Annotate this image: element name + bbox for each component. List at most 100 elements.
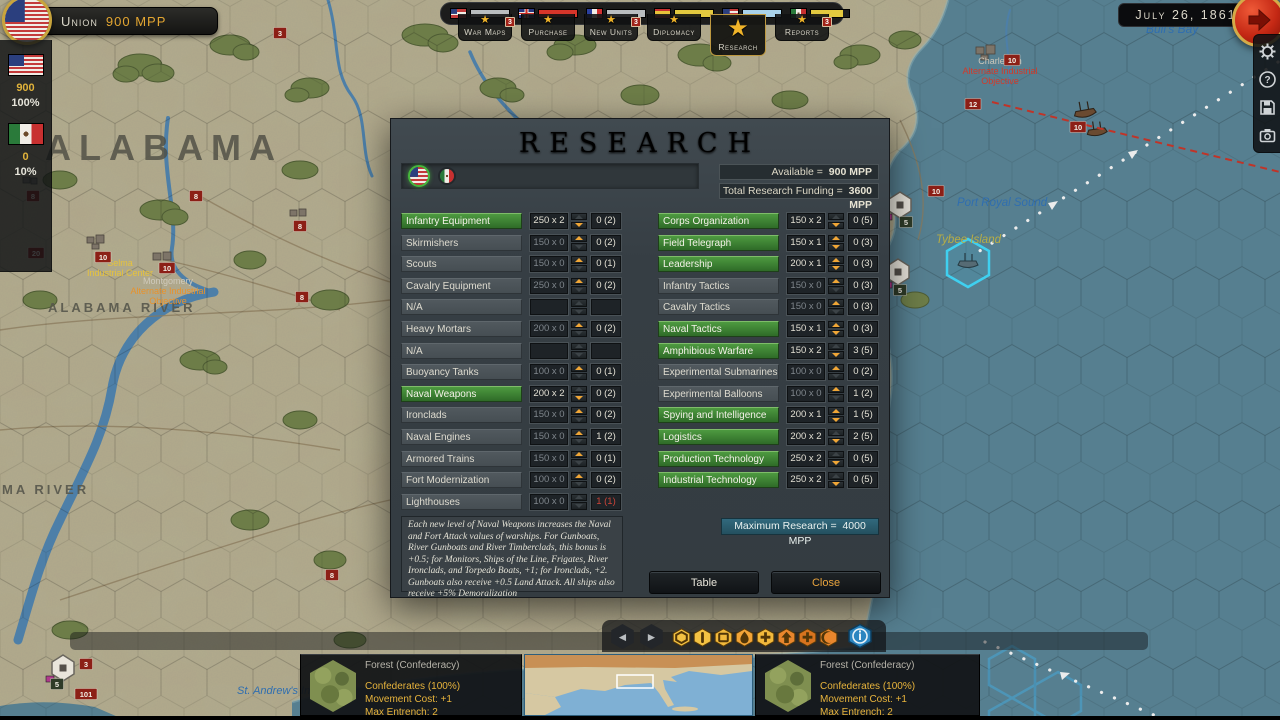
- research-topic-label[interactable]: Infantry Tactics: [658, 278, 779, 294]
- decrease-investment-button[interactable]: [828, 243, 844, 250]
- decrease-investment-button[interactable]: [571, 481, 587, 488]
- mexico-nation-tab[interactable]: [438, 167, 456, 185]
- increase-investment-button[interactable]: [571, 278, 587, 285]
- decrease-investment-button[interactable]: [571, 222, 587, 229]
- research-topic-label[interactable]: Leadership: [658, 256, 779, 272]
- research-topic-label[interactable]: N/A: [401, 343, 522, 359]
- research-topic-label[interactable]: Lighthouses: [401, 494, 522, 510]
- decrease-investment-button[interactable]: [571, 286, 587, 293]
- hex-zone-button[interactable]: [672, 628, 691, 647]
- menu-button-war-maps[interactable]: ★War Maps3: [458, 14, 512, 41]
- research-topic-label[interactable]: Heavy Mortars: [401, 321, 522, 337]
- marker-button[interactable]: [693, 628, 712, 647]
- increase-investment-button[interactable]: [571, 299, 587, 306]
- minimap[interactable]: [524, 654, 753, 716]
- settings-button[interactable]: [1258, 42, 1277, 61]
- decrease-investment-button[interactable]: [828, 330, 844, 337]
- increase-investment-button[interactable]: [828, 386, 844, 393]
- increase-investment-button[interactable]: [571, 494, 587, 501]
- increase-investment-button[interactable]: [828, 343, 844, 350]
- help-button[interactable]: ?: [1258, 70, 1277, 89]
- mexico-flag-icon[interactable]: [8, 123, 44, 145]
- increase-investment-button[interactable]: [828, 472, 844, 479]
- plus-button[interactable]: [756, 628, 775, 647]
- decrease-investment-button[interactable]: [828, 394, 844, 401]
- decrease-investment-button[interactable]: [571, 265, 587, 272]
- save-button[interactable]: [1258, 98, 1277, 117]
- research-topic-label[interactable]: N/A: [401, 299, 522, 315]
- increase-investment-button[interactable]: [828, 429, 844, 436]
- research-topic-label[interactable]: Naval Tactics: [658, 321, 779, 337]
- research-topic-label[interactable]: Naval Engines: [401, 429, 522, 445]
- research-topic-label[interactable]: Ironclads: [401, 407, 522, 423]
- supply-box-button[interactable]: [714, 628, 733, 647]
- decrease-investment-button[interactable]: [828, 438, 844, 445]
- increase-investment-button[interactable]: [571, 364, 587, 371]
- research-topic-label[interactable]: Armored Trains: [401, 451, 522, 467]
- increase-investment-button[interactable]: [571, 321, 587, 328]
- decrease-investment-button[interactable]: [571, 459, 587, 466]
- increase-investment-button[interactable]: [828, 235, 844, 242]
- research-topic-label[interactable]: Experimental Submarines: [658, 364, 779, 380]
- research-topic-label[interactable]: Scouts: [401, 256, 522, 272]
- decrease-investment-button[interactable]: [571, 308, 587, 315]
- increase-investment-button[interactable]: [828, 364, 844, 371]
- decrease-investment-button[interactable]: [571, 373, 587, 380]
- increase-investment-button[interactable]: [828, 256, 844, 263]
- decrease-investment-button[interactable]: [828, 351, 844, 358]
- increase-investment-button[interactable]: [828, 213, 844, 220]
- research-topic-label[interactable]: Field Telegraph: [658, 235, 779, 251]
- research-topic-label[interactable]: Skirmishers: [401, 235, 522, 251]
- table-button[interactable]: Table: [649, 571, 759, 594]
- research-topic-label[interactable]: Infantry Equipment: [401, 213, 522, 229]
- menu-button-diplomacy[interactable]: ★Diplomacy: [647, 14, 701, 41]
- screenshot-button[interactable]: [1258, 126, 1277, 145]
- decrease-investment-button[interactable]: [828, 308, 844, 315]
- research-topic-label[interactable]: Logistics: [658, 429, 779, 445]
- increase-investment-button[interactable]: [828, 278, 844, 285]
- usa-flag-icon[interactable]: [8, 54, 44, 76]
- increase-investment-button[interactable]: [571, 429, 587, 436]
- decrease-investment-button[interactable]: [571, 502, 587, 509]
- decrease-investment-button[interactable]: [828, 459, 844, 466]
- increase-investment-button[interactable]: [571, 256, 587, 263]
- research-topic-label[interactable]: Production Technology: [658, 451, 779, 467]
- decrease-investment-button[interactable]: [828, 222, 844, 229]
- decrease-investment-button[interactable]: [571, 243, 587, 250]
- decrease-investment-button[interactable]: [828, 373, 844, 380]
- increase-investment-button[interactable]: [828, 407, 844, 414]
- increase-investment-button[interactable]: [828, 299, 844, 306]
- decrease-investment-button[interactable]: [571, 351, 587, 358]
- research-topic-label[interactable]: Naval Weapons: [401, 386, 522, 402]
- menu-button-research[interactable]: ★Research: [710, 14, 766, 56]
- research-topic-label[interactable]: Cavalry Tactics: [658, 299, 779, 315]
- menu-button-new-units[interactable]: ★New Units3: [584, 14, 638, 41]
- decrease-investment-button[interactable]: [828, 286, 844, 293]
- increase-investment-button[interactable]: [571, 472, 587, 479]
- research-topic-label[interactable]: Corps Organization: [658, 213, 779, 229]
- decrease-investment-button[interactable]: [828, 481, 844, 488]
- decrease-investment-button[interactable]: [828, 416, 844, 423]
- info-toggle-button[interactable]: [847, 623, 873, 649]
- cross-button[interactable]: [798, 628, 817, 647]
- increase-investment-button[interactable]: [828, 321, 844, 328]
- increase-investment-button[interactable]: [571, 407, 587, 414]
- menu-button-purchase[interactable]: ★Purchase: [521, 14, 575, 41]
- menu-button-reports[interactable]: ★Reports3: [775, 14, 829, 41]
- flame-button[interactable]: [735, 628, 754, 647]
- research-topic-label[interactable]: Fort Modernization: [401, 472, 522, 488]
- research-topic-label[interactable]: Cavalry Equipment: [401, 278, 522, 294]
- increase-investment-button[interactable]: [828, 451, 844, 458]
- decrease-investment-button[interactable]: [571, 330, 587, 337]
- research-topic-label[interactable]: Industrial Technology: [658, 472, 779, 488]
- decrease-investment-button[interactable]: [571, 416, 587, 423]
- decrease-investment-button[interactable]: [571, 394, 587, 401]
- research-topic-label[interactable]: Experimental Balloons: [658, 386, 779, 402]
- moon-button[interactable]: [819, 628, 838, 647]
- increase-investment-button[interactable]: [571, 343, 587, 350]
- increase-investment-button[interactable]: [571, 451, 587, 458]
- usa-nation-tab[interactable]: [408, 165, 430, 187]
- increase-investment-button[interactable]: [571, 235, 587, 242]
- arrow-up-button[interactable]: [777, 628, 796, 647]
- close-button[interactable]: Close: [771, 571, 881, 594]
